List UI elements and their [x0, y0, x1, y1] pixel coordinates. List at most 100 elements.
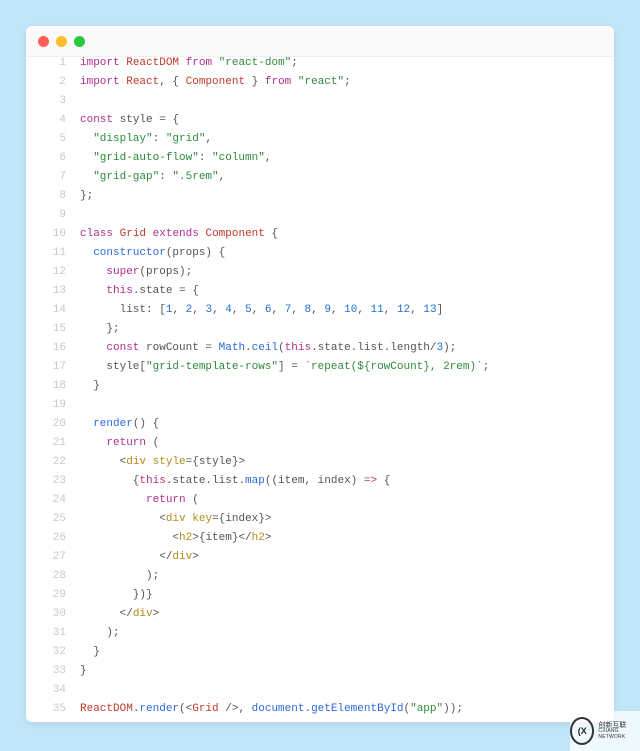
code-window: 1import ReactDOM from "react-dom";2impor… [26, 26, 614, 722]
code-line: 35ReactDOM.render(<Grid />, document.get… [26, 703, 614, 722]
code-content: <div key={index}> [80, 513, 614, 525]
code-line: 26 <h2>{item}</h2> [26, 532, 614, 551]
code-content: <div style={style}> [80, 456, 614, 468]
close-icon[interactable] [38, 36, 49, 47]
code-line: 2import React, { Component } from "react… [26, 76, 614, 95]
watermark-text: 创新互联 CXIANG NETWORK [598, 722, 640, 741]
code-content: ); [80, 570, 614, 582]
line-number: 11 [26, 247, 80, 259]
line-number: 17 [26, 361, 80, 373]
code-content: list: [1, 2, 3, 4, 5, 6, 7, 8, 9, 10, 11… [80, 304, 614, 316]
code-content: } [80, 665, 614, 677]
line-number: 5 [26, 133, 80, 145]
code-line: 27 </div> [26, 551, 614, 570]
window-titlebar [26, 26, 614, 56]
line-number: 1 [26, 57, 80, 69]
zoom-icon[interactable] [74, 36, 85, 47]
line-number: 6 [26, 152, 80, 164]
code-line: 21 return ( [26, 437, 614, 456]
code-line: 33} [26, 665, 614, 684]
code-content: this.state = { [80, 285, 614, 297]
code-line: 32 } [26, 646, 614, 665]
line-number: 18 [26, 380, 80, 392]
line-number: 8 [26, 190, 80, 202]
code-line: 9 [26, 209, 614, 228]
code-content: import React, { Component } from "react"… [80, 76, 614, 88]
line-number: 25 [26, 513, 80, 525]
line-number: 16 [26, 342, 80, 354]
code-content: } [80, 380, 614, 392]
code-line: 22 <div style={style}> [26, 456, 614, 475]
code-line: 34 [26, 684, 614, 703]
code-content: super(props); [80, 266, 614, 278]
code-line: 7 "grid-gap": ".5rem", [26, 171, 614, 190]
code-content: </div> [80, 551, 614, 563]
code-content: }; [80, 323, 614, 335]
minimize-icon[interactable] [56, 36, 67, 47]
code-content: return ( [80, 494, 614, 506]
code-line: 3 [26, 95, 614, 114]
code-line: 1import ReactDOM from "react-dom"; [26, 57, 614, 76]
code-content: "display": "grid", [80, 133, 614, 145]
code-content: const rowCount = Math.ceil(this.state.li… [80, 342, 614, 354]
code-content [80, 209, 614, 221]
code-content: </div> [80, 608, 614, 620]
code-content [80, 95, 614, 107]
code-line: 31 ); [26, 627, 614, 646]
code-content: }; [80, 190, 614, 202]
line-number: 15 [26, 323, 80, 335]
code-content: {this.state.list.map((item, index) => { [80, 475, 614, 487]
code-content: "grid-gap": ".5rem", [80, 171, 614, 183]
code-line: 13 this.state = { [26, 285, 614, 304]
line-number: 34 [26, 684, 80, 696]
watermark-line2: CXIANG NETWORK [598, 729, 640, 740]
line-number: 2 [26, 76, 80, 88]
code-content: render() { [80, 418, 614, 430]
code-line: 12 super(props); [26, 266, 614, 285]
line-number: 19 [26, 399, 80, 411]
line-number: 27 [26, 551, 80, 563]
code-content: import ReactDOM from "react-dom"; [80, 57, 614, 69]
line-number: 26 [26, 532, 80, 544]
code-content: })} [80, 589, 614, 601]
code-content: "grid-auto-flow": "column", [80, 152, 614, 164]
line-number: 21 [26, 437, 80, 449]
code-line: 11 constructor(props) { [26, 247, 614, 266]
code-content: style["grid-template-rows"] = `repeat(${… [80, 361, 614, 373]
line-number: 9 [26, 209, 80, 221]
line-number: 22 [26, 456, 80, 468]
code-line: 17 style["grid-template-rows"] = `repeat… [26, 361, 614, 380]
line-number: 24 [26, 494, 80, 506]
code-line: 14 list: [1, 2, 3, 4, 5, 6, 7, 8, 9, 10,… [26, 304, 614, 323]
code-editor: 1import ReactDOM from "react-dom";2impor… [26, 56, 614, 722]
line-number: 33 [26, 665, 80, 677]
line-number: 29 [26, 589, 80, 601]
code-content: <h2>{item}</h2> [80, 532, 614, 544]
code-content: return ( [80, 437, 614, 449]
code-content: ); [80, 627, 614, 639]
code-line: 30 </div> [26, 608, 614, 627]
code-content: constructor(props) { [80, 247, 614, 259]
line-number: 31 [26, 627, 80, 639]
code-line: 24 return ( [26, 494, 614, 513]
line-number: 20 [26, 418, 80, 430]
line-number: 7 [26, 171, 80, 183]
code-content: ReactDOM.render(<Grid />, document.getEl… [80, 703, 614, 715]
code-content: } [80, 646, 614, 658]
code-line: 18 } [26, 380, 614, 399]
code-line: 8}; [26, 190, 614, 209]
code-line: 23 {this.state.list.map((item, index) =>… [26, 475, 614, 494]
code-line: 6 "grid-auto-flow": "column", [26, 152, 614, 171]
line-number: 12 [26, 266, 80, 278]
line-number: 28 [26, 570, 80, 582]
watermark: (X 创新互联 CXIANG NETWORK [570, 711, 640, 751]
code-line: 20 render() { [26, 418, 614, 437]
code-line: 5 "display": "grid", [26, 133, 614, 152]
code-content [80, 399, 614, 411]
code-line: 29 })} [26, 589, 614, 608]
line-number: 14 [26, 304, 80, 316]
code-content [80, 684, 614, 696]
line-number: 4 [26, 114, 80, 126]
line-number: 10 [26, 228, 80, 240]
code-line: 28 ); [26, 570, 614, 589]
